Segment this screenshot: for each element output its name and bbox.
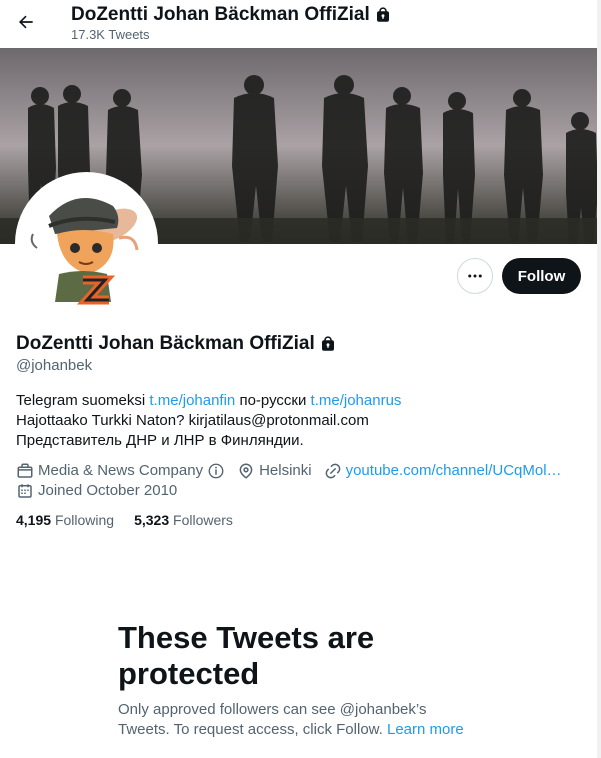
- website-link[interactable]: youtube.com/channel/UCqMol…: [346, 461, 562, 481]
- followers-count: 5,323: [134, 512, 170, 528]
- avatar-border: [15, 172, 158, 315]
- scrollbar[interactable]: [597, 0, 601, 758]
- following-count: 4,195: [16, 512, 52, 528]
- lock-icon: [321, 336, 334, 351]
- profile-display-name: DoZentti Johan Bäckman OffiZial: [16, 333, 315, 354]
- followers-count-link[interactable]: 5,323 Followers: [134, 512, 233, 528]
- bio-text: по-русски: [235, 392, 311, 409]
- more-horizontal-icon: [468, 274, 482, 278]
- meta-row-2: Joined October 2010: [16, 481, 586, 501]
- profile-handle: @johanbek: [16, 357, 93, 374]
- bio-line-3: Представитель ДНР и ЛНР в Финляндии.: [16, 432, 304, 449]
- follow-counts: 4,195 Following 5,323 Followers: [16, 512, 233, 528]
- following-label: Following: [54, 512, 115, 528]
- telegram-rus-link[interactable]: t.me/johanrus: [311, 392, 402, 409]
- profile-bio: Telegram suomeksi t.me/johanfin по-русск…: [16, 391, 586, 451]
- bio-text: Telegram suomeksi: [16, 392, 150, 409]
- telegram-fin-link[interactable]: t.me/johanfin: [149, 392, 235, 409]
- bio-line-1: Telegram suomeksi t.me/johanfin по-русск…: [16, 391, 586, 411]
- protected-message: Only approved followers can see @johanbe…: [118, 700, 478, 740]
- protected-title: These Tweets are protected: [118, 620, 375, 691]
- protected-text: Only approved followers can see @johanbe…: [118, 701, 427, 738]
- back-button[interactable]: [10, 6, 42, 38]
- profile-name-row: DoZentti Johan Bäckman OffiZial: [16, 333, 337, 355]
- header-title: DoZentti Johan Bäckman OffiZial: [71, 4, 370, 25]
- link-icon: [325, 463, 340, 479]
- header-title-row: DoZentti Johan Bäckman OffiZial: [71, 4, 392, 26]
- learn-more-link[interactable]: Learn more: [387, 721, 464, 738]
- avatar-image: [19, 176, 154, 311]
- category-text: Media & News Company: [38, 462, 204, 479]
- meta-row-1: Media & News Company Helsinki youtube.co…: [16, 461, 586, 481]
- website-item: youtube.com/channel/UCqMol…: [324, 461, 562, 481]
- profile-header: DoZentti Johan Bäckman OffiZial 17.3K Tw…: [0, 0, 601, 48]
- profile-meta: Media & News Company Helsinki youtube.co…: [16, 461, 586, 501]
- joined-item: Joined October 2010: [16, 481, 177, 501]
- follow-button[interactable]: Follow: [502, 258, 581, 294]
- followers-label: Followers: [173, 512, 233, 528]
- more-options-button[interactable]: [457, 258, 493, 294]
- category-item: Media & News Company: [16, 461, 225, 481]
- info-icon[interactable]: [207, 462, 225, 480]
- location-item: Helsinki: [237, 461, 312, 481]
- location-pin-icon: [239, 463, 253, 479]
- tweet-count: 17.3K Tweets: [71, 27, 150, 42]
- avatar[interactable]: [19, 176, 154, 311]
- arrow-left-icon: [18, 15, 33, 29]
- bio-line-2: Hajottaako Turkki Naton? kirjatilaus@pro…: [16, 412, 369, 429]
- lock-icon: [376, 7, 389, 22]
- calendar-icon: [18, 484, 32, 498]
- joined-text: Joined October 2010: [38, 482, 178, 499]
- location-text: Helsinki: [259, 462, 312, 479]
- following-count-link[interactable]: 4,195 Following: [16, 512, 114, 528]
- briefcase-icon: [17, 463, 33, 478]
